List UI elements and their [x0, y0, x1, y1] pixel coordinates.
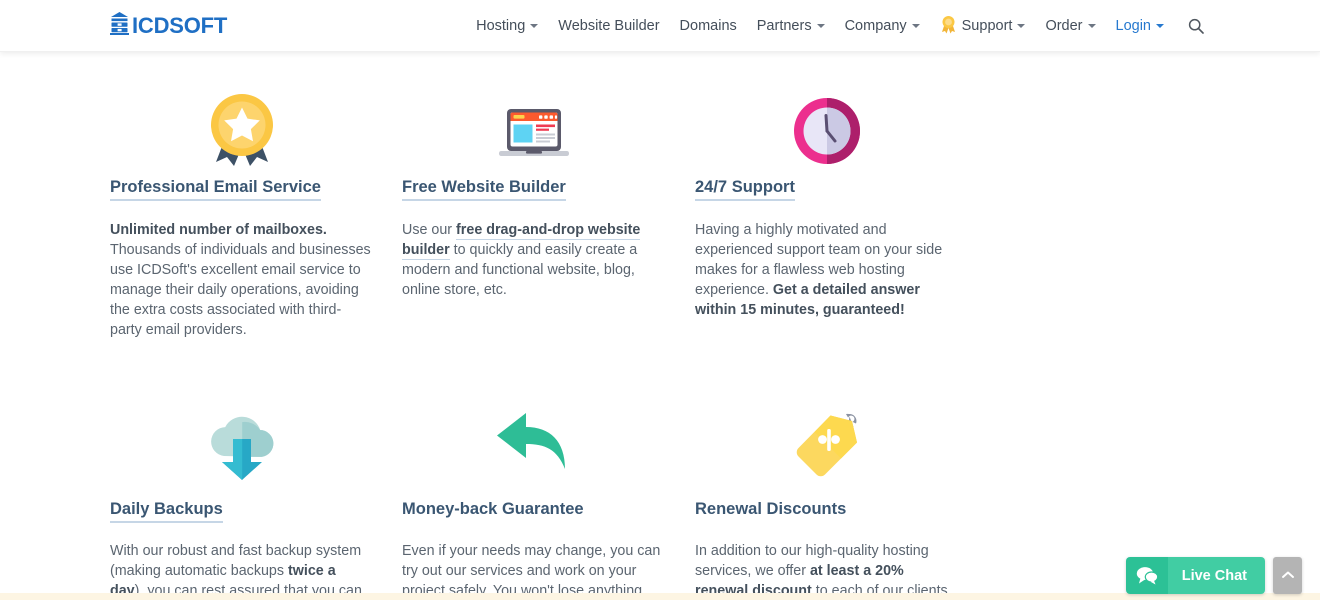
- feature-card-renewal-discounts: Renewal Discounts In addition to our hig…: [695, 398, 988, 600]
- feature-body: Unlimited number of mailboxes. Thousands…: [110, 220, 373, 340]
- feature-body: Use our free drag-and-drop website build…: [402, 220, 665, 300]
- feature-body-text: Even if your needs may change, you can t…: [402, 542, 661, 599]
- nav-label-partners: Partners: [756, 18, 812, 34]
- nav-label-website-builder: Website Builder: [558, 18, 660, 34]
- feature-body: With our robust and fast backup system (…: [110, 541, 373, 600]
- laptop-website-icon: [402, 82, 665, 168]
- chat-dock: Live Chat: [1125, 557, 1302, 594]
- nav-label-domains: Domains: [679, 18, 737, 34]
- live-chat-label: Live Chat: [1167, 557, 1265, 594]
- feature-title-money-back-guarantee: Money-back Guarantee: [402, 500, 584, 519]
- feature-card-24-7-support: 24/7 Support Having a highly motivated a…: [695, 82, 988, 354]
- nav-item-website-builder[interactable]: Website Builder: [548, 18, 669, 34]
- chevron-down-icon: [1087, 24, 1096, 28]
- feature-title-wrap: 24/7 Support: [695, 178, 958, 201]
- chat-bubble-icon: [1125, 557, 1168, 594]
- cloud-download-icon: [110, 398, 373, 488]
- feature-title-link-24-7-support[interactable]: 24/7 Support: [695, 178, 795, 201]
- back-arrow-icon: [402, 398, 665, 488]
- nav-item-domains[interactable]: Domains: [670, 18, 747, 34]
- features-row-2: Daily Backups With our robust and fast b…: [110, 398, 1210, 600]
- feature-title-wrap: Free Website Builder: [402, 178, 665, 201]
- chevron-up-icon: [1281, 567, 1295, 585]
- feature-card-money-back-guarantee: Money-back Guarantee Even if your needs …: [402, 398, 695, 600]
- chevron-down-icon: [1017, 24, 1026, 28]
- nav-item-order[interactable]: Order: [1035, 18, 1105, 34]
- feature-body: Even if your needs may change, you can t…: [402, 541, 665, 600]
- feature-title-link-free-website-builder[interactable]: Free Website Builder: [402, 178, 566, 201]
- nav-label-login: Login: [1115, 18, 1151, 34]
- discount-tag-icon: [695, 398, 958, 488]
- header-inner: ICDSOFT Hosting Website Builder Domains …: [110, 0, 1210, 52]
- nav-item-hosting[interactable]: Hosting: [466, 18, 548, 34]
- features-section: Professional Email Service Unlimited num…: [110, 52, 1210, 600]
- logo-text: ICDSOFT: [132, 13, 228, 38]
- nav-label-support: Support: [961, 18, 1013, 34]
- feature-body: In addition to our high-quality hosting …: [695, 541, 958, 600]
- feature-title: Daily Backups: [110, 500, 223, 524]
- feature-title: 24/7 Support: [695, 178, 795, 201]
- bottom-section-divider: [0, 593, 1320, 600]
- feature-title-renewal-discounts: Renewal Discounts: [695, 500, 847, 519]
- logo-link[interactable]: ICDSOFT: [110, 12, 227, 40]
- clock-icon: [695, 82, 958, 168]
- feature-title: Professional Email Service: [110, 178, 321, 201]
- nav-label-order: Order: [1045, 18, 1083, 34]
- feature-title: Free Website Builder: [402, 178, 566, 201]
- scroll-to-top-button[interactable]: [1273, 557, 1302, 594]
- nav-item-company[interactable]: Company: [835, 18, 930, 34]
- nav-item-partners[interactable]: Partners: [747, 18, 835, 34]
- nav-item-login[interactable]: Login: [1106, 18, 1174, 34]
- features-row-1: Professional Email Service Unlimited num…: [110, 82, 1210, 354]
- chevron-down-icon: [911, 24, 920, 28]
- nav-label-hosting: Hosting: [476, 18, 526, 34]
- chevron-down-icon: [530, 24, 539, 28]
- feature-body-text: Use our: [402, 221, 457, 238]
- feature-body-text: Thousands of individuals and businesses …: [110, 241, 371, 338]
- main-navigation: Hosting Website Builder Domains Partners…: [466, 15, 1210, 38]
- site-header: ICDSOFT Hosting Website Builder Domains …: [0, 0, 1320, 52]
- feature-title-link-professional-email-service[interactable]: Professional Email Service: [110, 178, 321, 201]
- feature-title-wrap: Daily Backups: [110, 500, 373, 524]
- feature-card-free-website-builder: Free Website Builder Use our free drag-a…: [402, 82, 695, 354]
- chevron-down-icon: [816, 24, 825, 28]
- feature-title-wrap: Renewal Discounts: [695, 500, 958, 520]
- feature-body-bold: Unlimited number of mailboxes.: [110, 221, 327, 238]
- icdsoft-building-icon: [110, 12, 129, 40]
- feature-card-daily-backups: Daily Backups With our robust and fast b…: [110, 398, 403, 600]
- feature-card-professional-email-service: Professional Email Service Unlimited num…: [110, 82, 403, 354]
- feature-title-wrap: Professional Email Service: [110, 178, 373, 201]
- feature-title-link-daily-backups[interactable]: Daily Backups: [110, 500, 223, 524]
- award-ribbon-icon: [940, 15, 957, 38]
- search-icon[interactable]: [1174, 18, 1210, 34]
- feature-title-wrap: Money-back Guarantee: [402, 500, 665, 520]
- nav-label-company: Company: [844, 18, 907, 34]
- feature-body: Having a highly motivated and experience…: [695, 220, 958, 320]
- live-chat-button[interactable]: Live Chat: [1125, 557, 1265, 594]
- chevron-down-icon: [1156, 24, 1164, 28]
- award-medal-icon: [110, 82, 373, 168]
- nav-item-support[interactable]: Support: [930, 15, 1036, 38]
